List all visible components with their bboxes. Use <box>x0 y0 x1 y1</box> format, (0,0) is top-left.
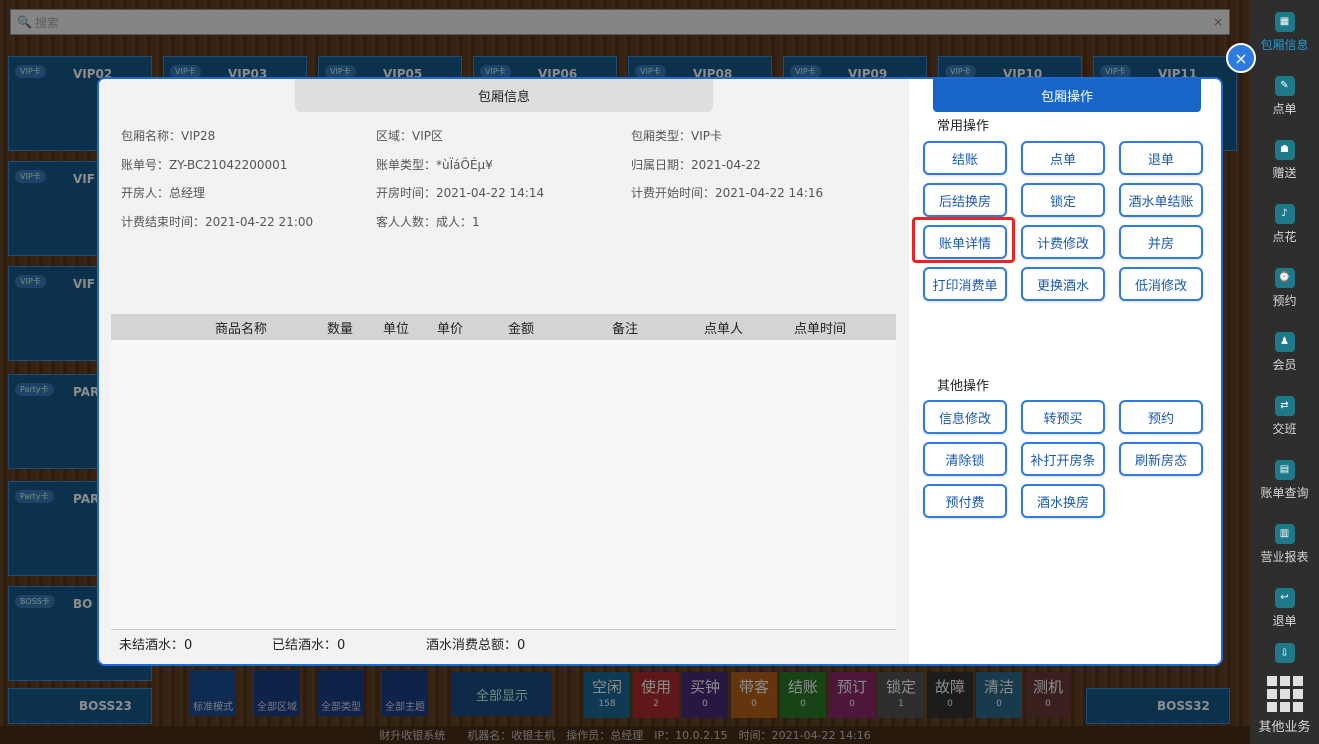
col-amount: 金额 <box>508 322 535 337</box>
drink-total: 酒水消费总额：0 <box>426 638 526 653</box>
member-icon: ♟ <box>1274 331 1295 352</box>
room-info-title: 包厢信息 <box>295 79 713 112</box>
col-order-time: 点单时间 <box>794 322 847 337</box>
more-grid-icon <box>1266 675 1303 712</box>
edit-info-button[interactable]: 信息修改 <box>923 400 1007 434</box>
close-icon[interactable]: × <box>1226 43 1256 73</box>
room-type-field: 包厢类型：VIP卡 <box>631 129 722 143</box>
lock-button[interactable]: 锁定 <box>1021 183 1105 217</box>
room-dialog: 包厢信息 包厢名称：VIP28 区域：VIP区 包厢类型：VIP卡 账单号：ZY… <box>97 77 1223 666</box>
reprint-open-slip-button[interactable]: 补打开房条 <box>1021 442 1105 476</box>
sidebar-item-more[interactable]: 其他业务 <box>1250 670 1319 740</box>
report-icon: ▥ <box>1274 523 1295 544</box>
common-ops-title: 常用操作 <box>937 119 990 134</box>
sidebar-item-extra[interactable]: ⇩ <box>1250 640 1319 670</box>
sidebar-item-shift[interactable]: ⇄ 交班 <box>1250 384 1319 448</box>
reserve-button[interactable]: 预约 <box>1119 400 1203 434</box>
sidebar-item-member[interactable]: ♟ 会员 <box>1250 320 1319 384</box>
col-orderer: 点单人 <box>704 322 744 337</box>
print-bill-button[interactable]: 打印消费单 <box>923 267 1007 301</box>
gift-icon: ☗ <box>1274 139 1295 160</box>
sidebar-item-report[interactable]: ▥ 营业报表 <box>1250 512 1319 576</box>
col-remark: 备注 <box>612 322 639 337</box>
sidebar-label: 交班 <box>1272 421 1297 436</box>
bill-icon: ▤ <box>1274 459 1295 480</box>
settled-total: 已结酒水：0 <box>272 638 346 653</box>
order-table-header: 商品名称 数量 单位 单价 金额 备注 点单人 点单时间 <box>111 314 896 340</box>
sidebar-item-refund[interactable]: ↩ 退单 <box>1250 576 1319 640</box>
sidebar-label: 赠送 <box>1272 165 1297 180</box>
refund-order-button[interactable]: 退单 <box>1119 141 1203 175</box>
belong-date-field: 归属日期：2021-04-22 <box>631 158 761 172</box>
sidebar-label: 点花 <box>1272 229 1297 244</box>
room-ops-title: 包厢操作 <box>933 79 1201 112</box>
drink-change-room-button[interactable]: 酒水换房 <box>1021 484 1105 518</box>
clock-icon: ⌚ <box>1274 267 1295 288</box>
room-info-panel: 包厢信息 包厢名称：VIP28 区域：VIP区 包厢类型：VIP卡 账单号：ZY… <box>99 79 909 664</box>
sidebar-item-flowers[interactable]: ♪ 点花 <box>1250 192 1319 256</box>
sidebar-label: 会员 <box>1272 357 1297 372</box>
sidebar-item-room-info[interactable]: ▦ 包厢信息 <box>1250 0 1319 64</box>
sidebar-label: 营业报表 <box>1260 549 1309 564</box>
area-field: 区域：VIP区 <box>376 129 443 143</box>
opener-field: 开房人：总经理 <box>121 186 206 200</box>
charge-start-field: 计费开始时间：2021-04-22 14:16 <box>631 186 824 200</box>
col-qty: 数量 <box>327 322 354 337</box>
bill-details-button[interactable]: 账单详情 <box>923 225 1007 259</box>
col-unit: 单位 <box>383 322 410 337</box>
right-sidebar: ▦ 包厢信息 ✎ 点单 ☗ 赠送 ♪ 点花 ⌚ 预约 ♟ 会员 ⇄ 交班 ▤ 账单查询 ▥ 营业报… <box>1250 0 1319 744</box>
sidebar-label: 点单 <box>1272 101 1297 116</box>
shift-icon: ⇄ <box>1274 395 1295 416</box>
open-time-field: 开房时间：2021-04-22 14:14 <box>376 186 545 200</box>
guests-field: 客人人数：成人：1 <box>376 215 480 229</box>
sidebar-item-order[interactable]: ✎ 点单 <box>1250 64 1319 128</box>
post-checkout-change-room-button[interactable]: 后结换房 <box>923 183 1007 217</box>
sidebar-label: 退单 <box>1272 613 1297 628</box>
sidebar-label: 账单查询 <box>1260 485 1309 500</box>
room-name-field: 包厢名称：VIP28 <box>121 129 216 143</box>
modify-billing-button[interactable]: 计费修改 <box>1021 225 1105 259</box>
refresh-status-button[interactable]: 刷新房态 <box>1119 442 1203 476</box>
drink-bill-checkout-button[interactable]: 酒水单结账 <box>1119 183 1203 217</box>
checkout-button[interactable]: 结账 <box>923 141 1007 175</box>
col-price: 单价 <box>437 322 464 337</box>
clear-lock-button[interactable]: 清除锁 <box>923 442 1007 476</box>
flower-icon: ♪ <box>1274 203 1295 224</box>
grid-icon: ▦ <box>1274 11 1295 32</box>
bill-no-field: 账单号：ZY-BC21042200001 <box>121 158 288 172</box>
min-spend-modify-button[interactable]: 低消修改 <box>1119 267 1203 301</box>
sidebar-label: 包厢信息 <box>1260 37 1309 52</box>
down-icon: ⇩ <box>1274 643 1295 663</box>
transfer-prepaid-button[interactable]: 转预买 <box>1021 400 1105 434</box>
col-goods-name: 商品名称 <box>215 322 268 337</box>
unsettled-total: 未结酒水：0 <box>119 638 193 653</box>
prepay-button[interactable]: 预付费 <box>923 484 1007 518</box>
order-button[interactable]: 点单 <box>1021 141 1105 175</box>
order-icon: ✎ <box>1274 75 1295 96</box>
sidebar-item-bill-query[interactable]: ▤ 账单查询 <box>1250 448 1319 512</box>
sidebar-item-gift[interactable]: ☗ 赠送 <box>1250 128 1319 192</box>
merge-room-button[interactable]: 并房 <box>1119 225 1203 259</box>
sidebar-label: 预约 <box>1272 293 1297 308</box>
other-ops-title: 其他操作 <box>937 379 990 394</box>
sidebar-label: 其他业务 <box>1258 719 1311 735</box>
room-ops-panel: 包厢操作 常用操作 结账 点单 退单 后结换房 锁定 酒水单结账 账单详情 计费… <box>909 79 1221 664</box>
order-table-body[interactable] <box>111 340 896 630</box>
change-drink-button[interactable]: 更换酒水 <box>1021 267 1105 301</box>
refund-icon: ↩ <box>1274 587 1295 608</box>
sidebar-item-reserve[interactable]: ⌚ 预约 <box>1250 256 1319 320</box>
charge-end-field: 计费结束时间：2021-04-22 21:00 <box>121 215 314 229</box>
bill-type-field: 账单类型：*ùÏáÕÉµ¥ <box>376 158 493 172</box>
